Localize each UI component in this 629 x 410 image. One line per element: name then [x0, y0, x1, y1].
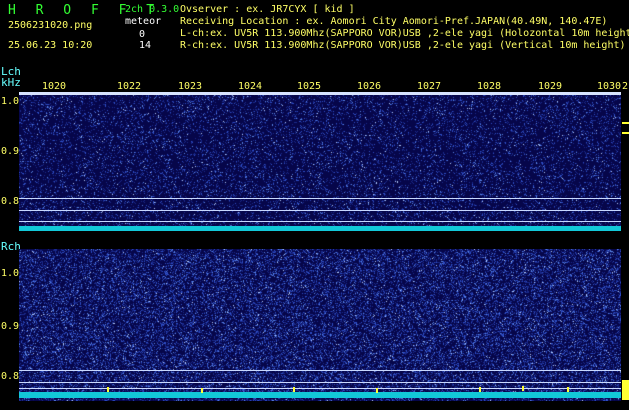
rch-floor-band: [19, 392, 621, 398]
rch-y-tick: 0.9: [1, 321, 20, 332]
location-line: Receiving Location : ex. Aomori City Aom…: [180, 16, 608, 27]
lch-spectrogram[interactable]: [19, 92, 621, 231]
observer-line: Ovserver : ex. JR7CYX [ kid ]: [180, 4, 355, 15]
meteor-count-lch: 0: [139, 29, 146, 40]
rch-meteor-marker: [522, 386, 524, 391]
rch-label: Rch: [1, 240, 21, 253]
time-tick: 1027: [417, 81, 442, 92]
rch-meteor-marker: [479, 387, 481, 392]
file-name: 2506231020.png: [8, 20, 93, 31]
meteor-count-rch: 14: [139, 40, 152, 51]
date-time: 25.06.23 10:20: [8, 40, 93, 51]
lch-info-line: L-ch:ex. UV5R 113.900Mhz(SAPPORO VOR)USB…: [180, 28, 629, 39]
time-tick: 1025: [297, 81, 322, 92]
time-tick: 1024: [238, 81, 263, 92]
time-tick: 1020: [42, 81, 67, 92]
lch-floor-band: [19, 226, 621, 231]
lch-guide-line: [19, 221, 621, 222]
rch-spectrogram[interactable]: [19, 249, 621, 401]
rch-noise-canvas: [19, 249, 621, 401]
rch-meteor-marker: [107, 387, 109, 392]
rch-meteor-marker: [201, 388, 203, 393]
lch-unit: kHz: [1, 76, 21, 89]
time-tick: 1029: [538, 81, 563, 92]
rch-meteor-marker: [567, 387, 569, 392]
rch-meteor-marker: [293, 387, 295, 392]
time-tick: 1030: [597, 81, 622, 92]
lch-y-tick: 1.0: [1, 96, 20, 107]
time-tick: 2: [622, 81, 629, 92]
lch-side-marker: [622, 132, 629, 134]
lch-y-tick: 0.8: [1, 196, 20, 207]
time-tick: 1028: [477, 81, 502, 92]
rch-side-marker: [622, 380, 629, 400]
meteor-label: meteor: [125, 16, 162, 27]
rch-meteor-marker: [376, 388, 378, 393]
rch-guide-line: [19, 388, 621, 389]
lch-side-marker: [622, 122, 629, 124]
lch-y-tick: 0.9: [1, 146, 20, 157]
lch-guide-line: [19, 198, 621, 199]
time-tick: 1022: [117, 81, 142, 92]
lch-guide-line: [19, 210, 621, 211]
time-tick: 1026: [357, 81, 382, 92]
rch-guide-line: [19, 370, 621, 371]
rch-info-line: R-ch:ex. UV5R 113.900Mhz(SAPPORO VOR)USB…: [180, 40, 626, 51]
lch-top-bar: [19, 92, 621, 95]
time-tick: 1023: [178, 81, 203, 92]
rch-y-tick: 0.8: [1, 371, 20, 382]
mode-label: 2ch 0.3.0: [125, 4, 180, 15]
rch-guide-line: [19, 382, 621, 383]
rch-y-tick: 1.0: [1, 268, 20, 279]
